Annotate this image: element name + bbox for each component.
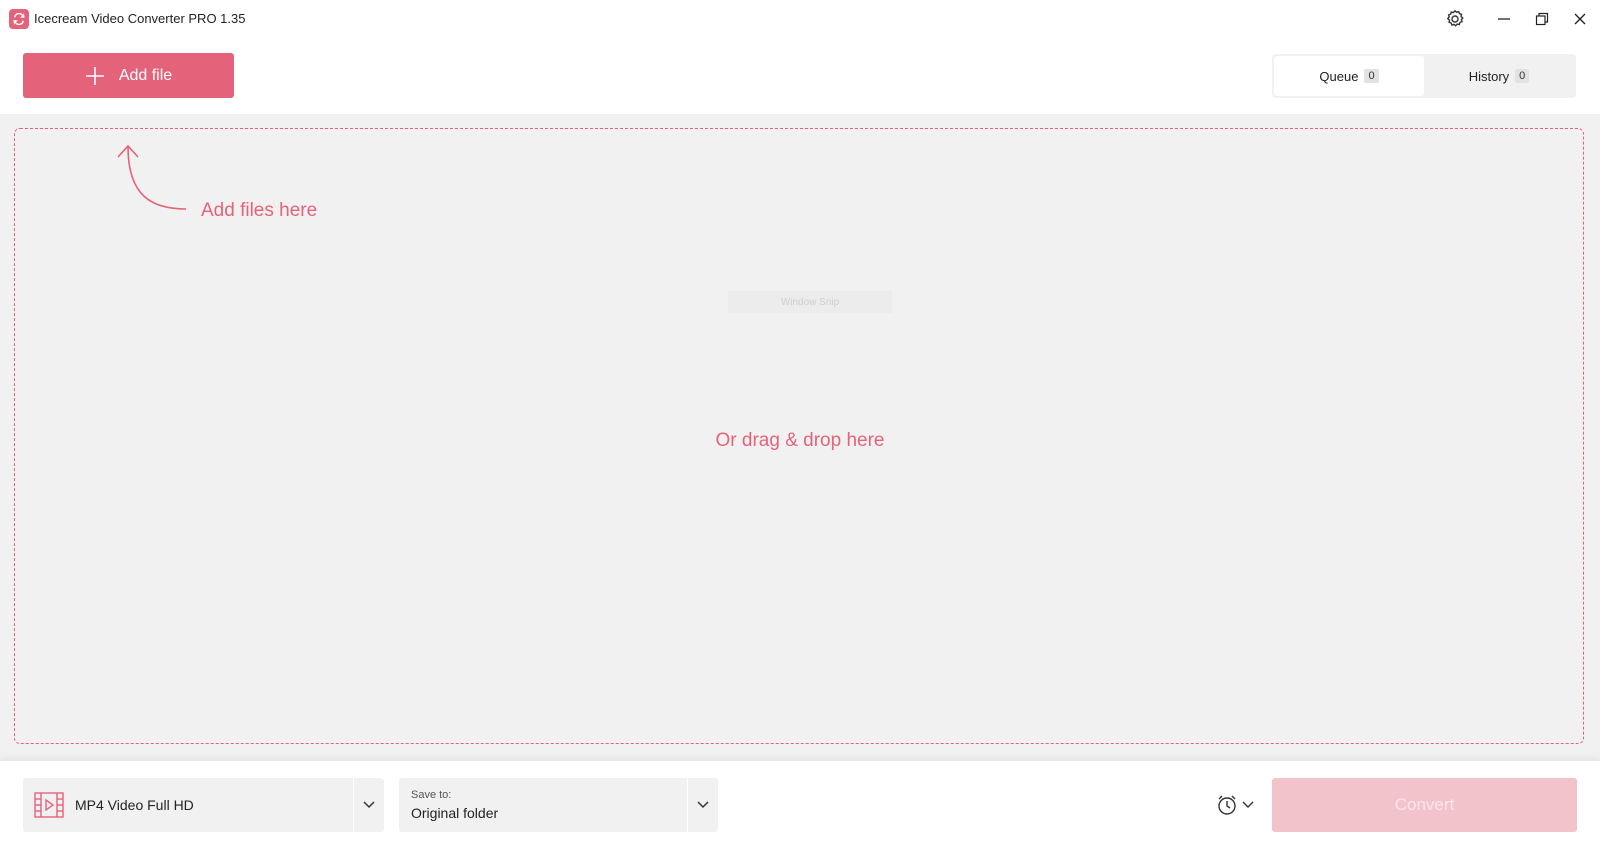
view-tabs: Queue 0 History 0 bbox=[1272, 54, 1576, 98]
queue-count-badge: 0 bbox=[1364, 69, 1379, 83]
title-bar: Icecream Video Converter PRO 1.35 bbox=[0, 0, 1600, 38]
plus-icon bbox=[85, 66, 104, 85]
chevron-down-icon bbox=[697, 801, 709, 809]
minimize-button[interactable] bbox=[1488, 6, 1520, 32]
film-icon bbox=[27, 778, 71, 832]
chevron-down-icon bbox=[1242, 801, 1254, 808]
toolbar: Add file Queue 0 History 0 bbox=[0, 38, 1600, 114]
tab-queue[interactable]: Queue 0 bbox=[1274, 56, 1424, 96]
settings-gear-icon[interactable] bbox=[1439, 6, 1471, 32]
restore-icon bbox=[1535, 12, 1549, 26]
save-to-dropdown-button[interactable] bbox=[688, 778, 718, 832]
add-files-hint: Add files here bbox=[201, 200, 318, 221]
close-button[interactable] bbox=[1564, 6, 1596, 32]
restore-button[interactable] bbox=[1526, 6, 1558, 32]
close-icon bbox=[1574, 13, 1586, 25]
tab-queue-label: Queue bbox=[1319, 68, 1359, 84]
add-file-button[interactable]: Add file bbox=[23, 53, 234, 98]
drag-drop-hint: Or drag & drop here bbox=[715, 430, 885, 451]
output-format-selector[interactable]: MP4 Video Full HD bbox=[23, 778, 384, 832]
tab-history-label: History bbox=[1468, 68, 1510, 84]
history-count-badge: 0 bbox=[1515, 69, 1530, 83]
schedule-timer-button[interactable] bbox=[1216, 789, 1260, 821]
footer-bar: MP4 Video Full HD Save to: Original fold… bbox=[0, 761, 1600, 847]
save-to-selector[interactable]: Save to: Original folder bbox=[399, 778, 718, 832]
format-dropdown-button[interactable] bbox=[354, 778, 384, 832]
add-file-label: Add file bbox=[118, 66, 173, 84]
save-to-value: Original folder bbox=[411, 805, 499, 821]
output-format-label: MP4 Video Full HD bbox=[75, 797, 194, 813]
app-title: Icecream Video Converter PRO 1.35 bbox=[34, 11, 246, 26]
save-to-caption: Save to: bbox=[411, 789, 452, 801]
minimize-icon bbox=[1498, 18, 1510, 20]
window-snip-overlay: Window Snip bbox=[728, 291, 892, 313]
curved-arrow-icon bbox=[117, 144, 187, 210]
app-logo-icon bbox=[9, 9, 29, 29]
convert-button[interactable]: Convert bbox=[1272, 778, 1577, 832]
chevron-down-icon bbox=[363, 801, 375, 809]
alarm-clock-icon bbox=[1218, 795, 1236, 815]
tab-history[interactable]: History 0 bbox=[1424, 56, 1574, 96]
save-to-text: Save to: Original folder bbox=[399, 789, 687, 821]
